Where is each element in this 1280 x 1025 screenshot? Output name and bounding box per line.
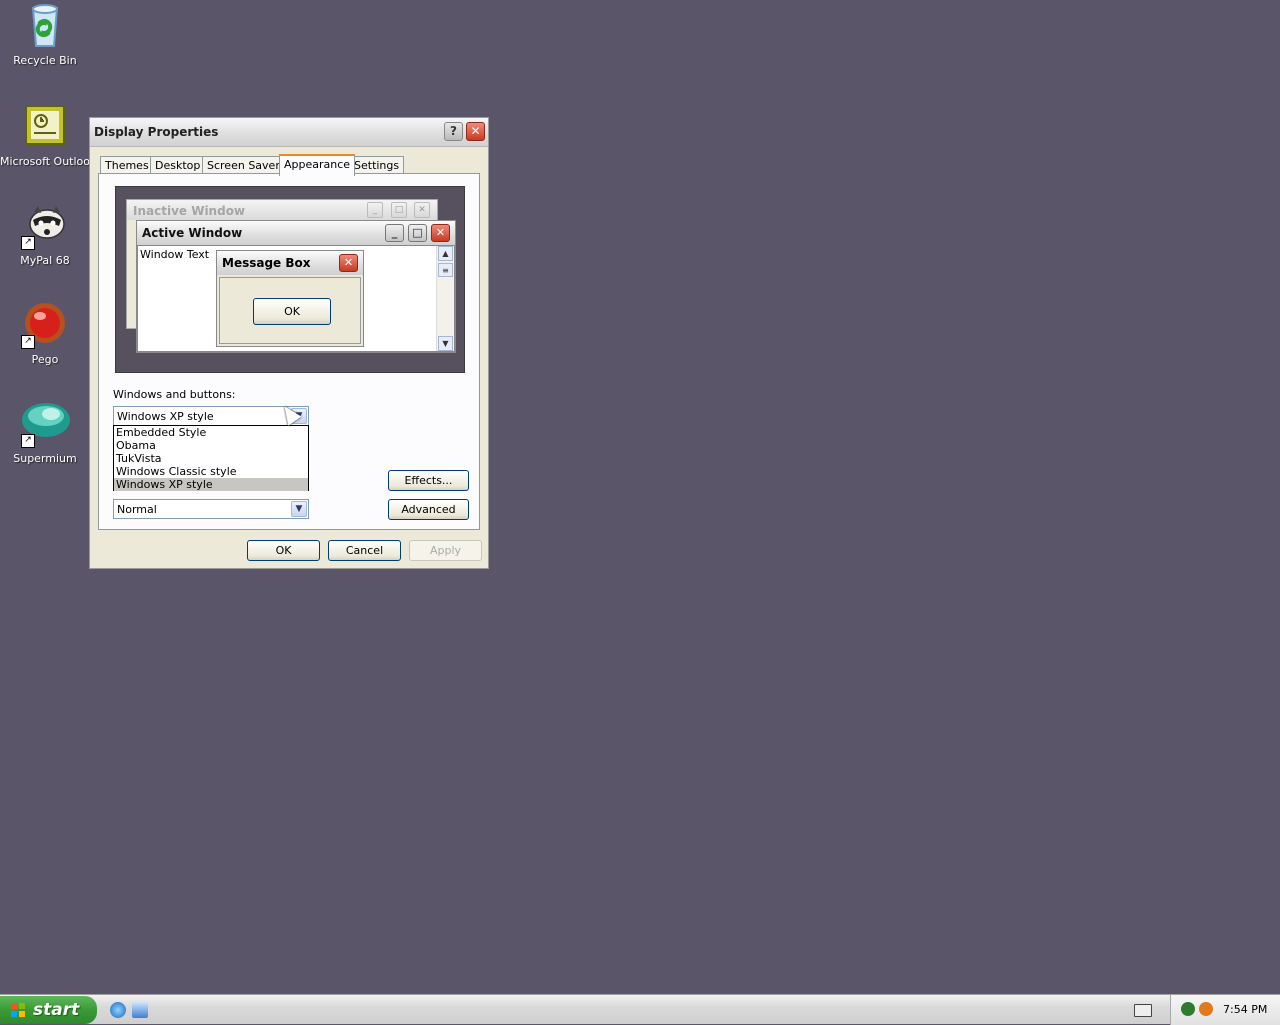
preview-message-box: Message Box ✕ OK — [216, 250, 364, 347]
cancel-button[interactable]: Cancel — [328, 540, 401, 561]
shortcut-arrow-icon: ↗ — [21, 335, 35, 349]
tab-desktop[interactable]: Desktop — [150, 156, 206, 174]
desktop-icon-label: Microsoft Outlook — [0, 155, 97, 168]
recycle-bin-icon — [21, 2, 69, 50]
tab-themes[interactable]: Themes — [100, 156, 154, 174]
desktop-icon-pego[interactable]: ↗ Pego — [0, 301, 90, 366]
desktop-icon-supermium[interactable]: ↗ Supermium — [0, 400, 90, 465]
desktop-icon-recycle-bin[interactable]: Recycle Bin — [0, 2, 90, 67]
ok-button[interactable]: OK — [247, 540, 320, 561]
dropdown-option[interactable]: Embedded Style — [114, 426, 308, 439]
system-tray: 7:54 PM — [1170, 995, 1280, 1025]
help-icon: ? — [450, 124, 457, 138]
windows-logo-icon — [11, 1003, 25, 1017]
preview-scrollbar: ▲ ≡ ▼ — [436, 246, 454, 351]
pego-icon: ↗ — [21, 301, 69, 349]
desktop-icon-mypal[interactable]: ↗ MyPal 68 — [0, 202, 90, 267]
windows-buttons-value: Windows XP style — [117, 410, 214, 423]
display-properties-dialog: Display Properties ? ✕ Themes Desktop Sc… — [89, 117, 489, 569]
internet-explorer-icon[interactable] — [110, 1002, 126, 1018]
scroll-thumb: ≡ — [438, 263, 453, 277]
maximize-icon: □ — [408, 224, 427, 242]
desktop-icon-label: Recycle Bin — [13, 54, 77, 67]
windows-buttons-dropdown-list: Embedded Style Obama TukVista Windows Cl… — [113, 425, 309, 491]
supermium-icon: ↗ — [21, 400, 70, 448]
desktop-icon-label: MyPal 68 — [20, 254, 70, 267]
desktop-icon-label: Supermium — [13, 452, 77, 465]
clock[interactable]: 7:54 PM — [1223, 1003, 1267, 1016]
dropdown-option-selected[interactable]: Windows XP style — [114, 478, 308, 491]
close-button[interactable]: ✕ — [466, 122, 485, 141]
quick-launch-icon[interactable] — [132, 1002, 148, 1018]
chevron-down-icon[interactable]: ▼ — [291, 501, 307, 517]
dialog-titlebar[interactable]: Display Properties ? ✕ — [90, 118, 488, 147]
scroll-up-icon: ▲ — [438, 246, 453, 261]
inactive-window-title: Inactive Window — [133, 204, 246, 218]
apply-button[interactable]: Apply — [409, 540, 482, 561]
message-box-ok-button: OK — [253, 298, 331, 325]
start-button[interactable]: start — [0, 996, 97, 1024]
mypal-icon: ↗ — [21, 202, 69, 250]
font-size-select[interactable]: Normal ▼ — [113, 499, 309, 519]
appearance-preview: Inactive Window _ □ ✕ Active Window _ □ … — [115, 186, 465, 373]
tab-appearance[interactable]: Appearance — [279, 154, 356, 176]
tab-settings[interactable]: Settings — [349, 156, 405, 174]
shortcut-arrow-icon: ↗ — [21, 434, 35, 448]
desktop-icon-label: Pego — [31, 353, 59, 366]
shortcut-arrow-icon: ↗ — [21, 236, 35, 250]
maximize-icon: □ — [391, 202, 407, 218]
window-text: Window Text — [140, 248, 210, 261]
active-window-title: Active Window — [142, 226, 243, 240]
close-icon: ✕ — [414, 202, 430, 218]
dropdown-option[interactable]: TukVista — [114, 452, 308, 465]
dialog-title: Display Properties — [94, 125, 219, 139]
message-box-title: Message Box — [222, 256, 311, 270]
search-icon[interactable] — [1199, 1002, 1213, 1016]
desktop-icon-outlook[interactable]: Microsoft Outlook — [0, 103, 97, 168]
close-icon: ✕ — [339, 254, 358, 272]
start-label: start — [33, 1000, 80, 1020]
minimize-icon: _ — [367, 202, 383, 218]
windows-buttons-label: Windows and buttons: — [113, 388, 236, 401]
close-icon: ✕ — [431, 224, 450, 242]
appearance-panel: Inactive Window _ □ ✕ Active Window _ □ … — [98, 173, 480, 530]
tab-screen-saver[interactable]: Screen Saver — [202, 156, 285, 174]
minimize-icon: _ — [385, 224, 404, 242]
dropdown-option[interactable]: Windows Classic style — [114, 465, 308, 478]
font-size-value: Normal — [117, 503, 157, 516]
close-icon: ✕ — [470, 124, 481, 138]
effects-button[interactable]: Effects... — [388, 470, 469, 491]
keyboard-icon[interactable] — [1134, 1004, 1152, 1017]
dropdown-option[interactable]: Obama — [114, 439, 308, 452]
advanced-button[interactable]: Advanced — [388, 499, 469, 520]
scroll-down-icon: ▼ — [438, 336, 453, 351]
outlook-icon — [21, 103, 69, 151]
help-button[interactable]: ? — [444, 122, 463, 141]
taskbar: start 7:54 PM — [0, 994, 1280, 1025]
network-icon[interactable] — [1181, 1002, 1195, 1016]
